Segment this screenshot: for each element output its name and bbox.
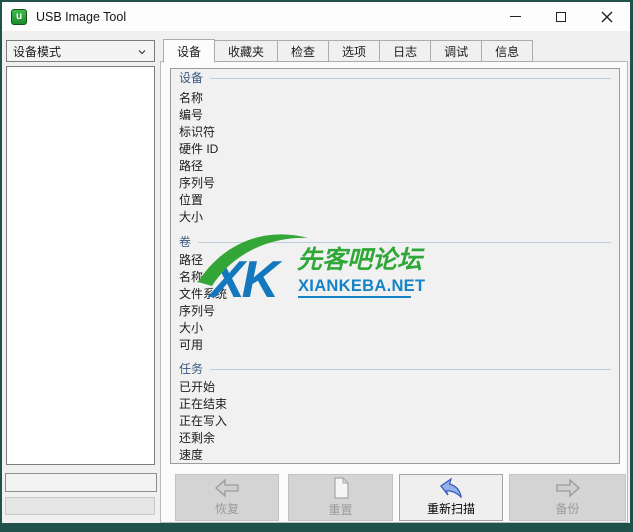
close-button[interactable] [584, 2, 630, 31]
field-label: 名称 [179, 269, 611, 286]
titlebar: u USB Image Tool [2, 2, 630, 31]
chevron-down-icon [138, 48, 146, 56]
app-usb-logo-icon: u [11, 9, 27, 25]
device-list[interactable] [6, 66, 155, 465]
arrow-left-icon [214, 478, 240, 498]
field-label: 序列号 [179, 303, 611, 320]
backup-button-label: 备份 [555, 500, 579, 517]
reset-button[interactable]: 重置 [288, 474, 393, 521]
group-task-label: 任务 [179, 360, 203, 377]
tab-device[interactable]: 设备 [163, 39, 215, 63]
tab-debug[interactable]: 调试 [431, 40, 482, 62]
app-window-frame: u USB Image Tool 设备模式 [0, 0, 633, 532]
tab-log[interactable]: 日志 [380, 40, 431, 62]
rescan-button-label: 重新扫描 [427, 500, 475, 517]
group-volume-label: 卷 [179, 233, 191, 250]
field-label: 序列号 [179, 175, 611, 192]
progress-bar [5, 473, 157, 492]
progress-bar-secondary [5, 497, 155, 515]
field-label: 大小 [179, 209, 611, 226]
minimize-button[interactable] [492, 2, 538, 31]
device-detail-panel: 设备 名称 编号 标识符 硬件 ID 路径 序列号 位置 大小 卷 [170, 68, 620, 464]
close-icon [601, 11, 613, 23]
field-label: 已开始 [179, 379, 611, 396]
tab-options[interactable]: 选项 [329, 40, 380, 62]
field-label: 速度 [179, 447, 611, 464]
group-divider [198, 242, 611, 243]
rescan-button[interactable]: 重新扫描 [399, 474, 503, 521]
field-label: 文件系统 [179, 286, 611, 303]
field-label: 标识符 [179, 124, 611, 141]
document-icon [331, 477, 351, 499]
group-divider [210, 78, 611, 79]
tab-favorites[interactable]: 收藏夹 [215, 40, 278, 62]
tab-check[interactable]: 检查 [278, 40, 329, 62]
window-controls [492, 2, 630, 31]
group-divider [210, 369, 611, 370]
field-label: 硬件 ID [179, 141, 611, 158]
field-label: 正在结束 [179, 396, 611, 413]
field-label: 大小 [179, 320, 611, 337]
field-label: 路径 [179, 252, 611, 269]
restore-button[interactable]: 恢复 [175, 474, 279, 521]
arrow-right-icon [555, 478, 581, 498]
restore-button-label: 恢复 [215, 500, 239, 517]
field-label: 可用 [179, 337, 611, 354]
maximize-icon [556, 12, 566, 22]
reset-button-label: 重置 [328, 501, 352, 518]
app-icon-glyph: u [16, 12, 22, 22]
group-task: 任务 已开始 正在结束 正在写入 还剩余 速度 [179, 361, 611, 464]
maximize-button[interactable] [538, 2, 584, 31]
app-window: u USB Image Tool 设备模式 [2, 2, 630, 523]
tabstrip: 设备 收藏夹 检查 选项 日志 调试 信息 [163, 38, 533, 62]
field-label: 编号 [179, 107, 611, 124]
backup-button[interactable]: 备份 [509, 474, 626, 521]
field-label: 名称 [179, 90, 611, 107]
field-label: 还剩余 [179, 430, 611, 447]
minimize-icon [510, 16, 521, 17]
group-device: 设备 名称 编号 标识符 硬件 ID 路径 序列号 位置 大小 [179, 70, 611, 226]
field-label: 位置 [179, 192, 611, 209]
rescan-arrow-icon [439, 478, 463, 498]
group-device-label: 设备 [179, 69, 203, 86]
device-mode-value: 设备模式 [13, 43, 61, 60]
tab-info[interactable]: 信息 [482, 40, 533, 62]
field-label: 路径 [179, 158, 611, 175]
device-mode-dropdown[interactable]: 设备模式 [6, 40, 155, 62]
field-label: 正在写入 [179, 413, 611, 430]
group-volume: 卷 路径 名称 文件系统 序列号 大小 可用 [179, 234, 611, 354]
window-title: USB Image Tool [36, 10, 126, 24]
